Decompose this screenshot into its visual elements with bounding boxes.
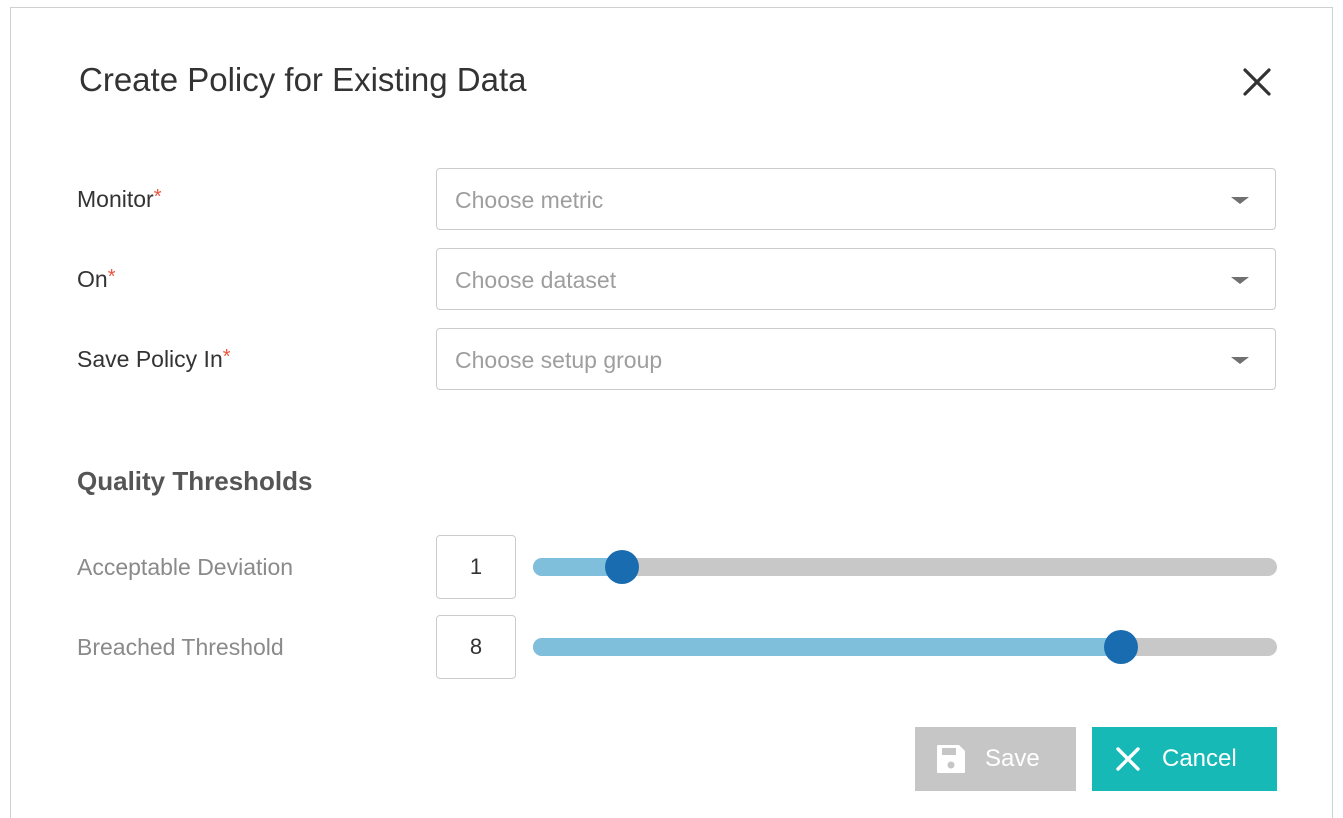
setup-group-select-placeholder: Choose setup group bbox=[455, 347, 663, 373]
slider-thumb[interactable] bbox=[1103, 630, 1138, 664]
breached-threshold-input[interactable]: 8 bbox=[436, 615, 516, 679]
close-icon bbox=[1243, 68, 1271, 96]
cancel-button-label: Cancel bbox=[1162, 745, 1237, 772]
monitor-label-text: Monitor bbox=[77, 186, 154, 212]
required-marker: * bbox=[107, 266, 116, 288]
dataset-select-placeholder: Choose dataset bbox=[455, 267, 617, 293]
required-marker: * bbox=[153, 186, 162, 208]
cancel-button[interactable]: Cancel bbox=[1092, 727, 1277, 791]
monitor-select-placeholder: Choose metric bbox=[455, 187, 604, 213]
on-label-text: On bbox=[77, 266, 108, 292]
dataset-select[interactable]: Choose dataset bbox=[436, 248, 1276, 310]
setup-group-select[interactable]: Choose setup group bbox=[436, 328, 1276, 390]
save-icon bbox=[937, 745, 965, 773]
create-policy-dialog: Create Policy for Existing Data Monitor*… bbox=[10, 7, 1333, 818]
monitor-select[interactable]: Choose metric bbox=[436, 168, 1276, 230]
save-button[interactable]: Save bbox=[915, 727, 1076, 791]
required-marker: * bbox=[222, 346, 231, 368]
save-button-label: Save bbox=[985, 745, 1040, 772]
close-icon bbox=[1116, 747, 1140, 771]
acceptable-deviation-slider[interactable] bbox=[533, 550, 1277, 584]
breached-threshold-slider[interactable] bbox=[533, 630, 1277, 664]
slider-thumb[interactable] bbox=[605, 550, 640, 584]
slider-fill bbox=[533, 638, 1121, 656]
monitor-label: Monitor* bbox=[77, 167, 162, 231]
breached-threshold-label: Breached Threshold bbox=[77, 634, 284, 660]
save-in-label-text: Save Policy In bbox=[77, 346, 223, 372]
on-label: On* bbox=[77, 247, 115, 311]
acceptable-deviation-label: Acceptable Deviation bbox=[77, 554, 294, 580]
acceptable-deviation-input[interactable]: 1 bbox=[436, 535, 516, 599]
chevron-down-icon bbox=[1231, 357, 1249, 364]
chevron-down-icon bbox=[1231, 197, 1249, 204]
chevron-down-icon bbox=[1231, 277, 1249, 284]
save-in-label: Save Policy In* bbox=[77, 327, 231, 391]
close-button[interactable] bbox=[1237, 62, 1277, 102]
quality-thresholds-heading: Quality Thresholds bbox=[77, 466, 313, 496]
dialog-title: Create Policy for Existing Data bbox=[79, 61, 527, 98]
